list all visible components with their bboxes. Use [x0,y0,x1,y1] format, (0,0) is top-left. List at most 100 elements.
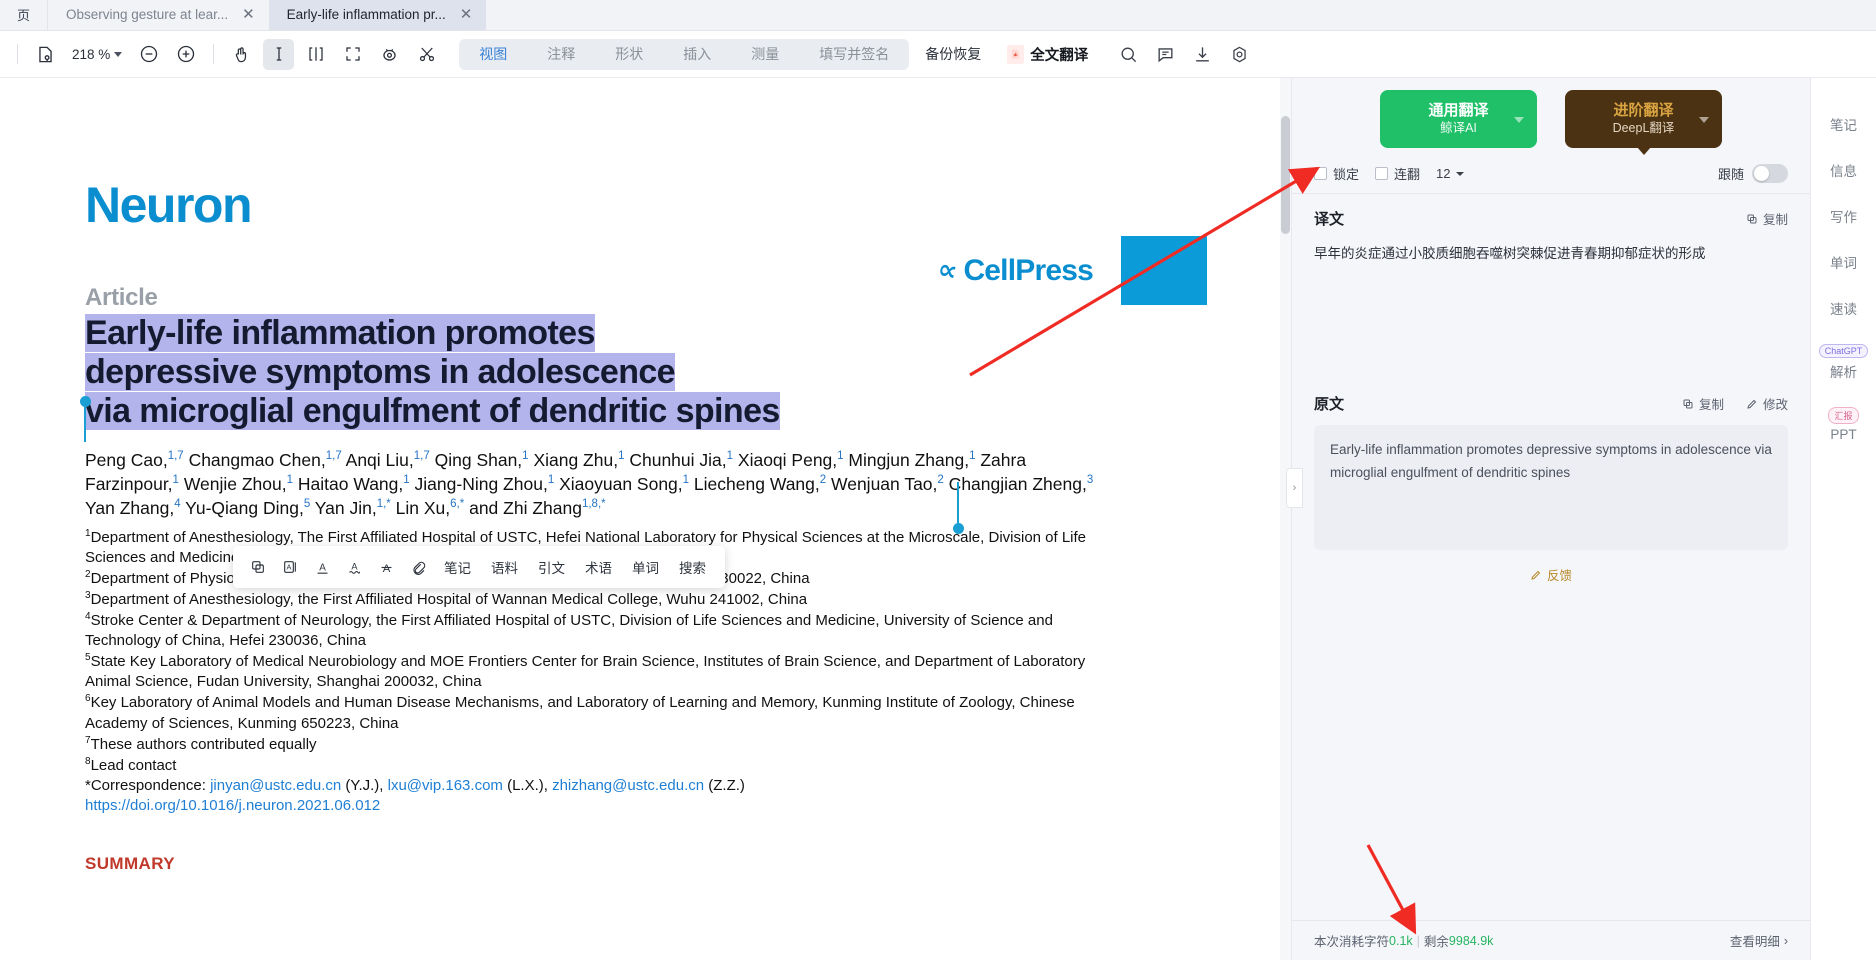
follow-toggle-wrap[interactable]: 跟随 [1718,164,1788,183]
tab-item-0[interactable]: Observing gesture at lear... ✕ [48,0,269,30]
fulltext-translate-button[interactable]: 全文翻译 [997,44,1098,65]
page-fit-icon[interactable] [30,39,61,70]
chevron-down-icon[interactable] [1699,117,1709,123]
source-text-box[interactable]: Early-life inflammation promotes depress… [1314,425,1788,550]
edit-label: 修改 [1763,394,1788,413]
usage-divider: | [1417,934,1420,948]
search-icon[interactable] [1113,39,1144,70]
svg-text:A: A [287,563,292,572]
sidebar-item-words[interactable]: 单词 [1830,252,1857,272]
cover-color-block [1121,236,1207,305]
sel-action-term[interactable]: 术语 [576,552,621,582]
svg-text:A: A [382,562,390,574]
tab-title: Observing gesture at lear... [66,7,228,22]
count-dropdown[interactable]: 12 [1436,166,1463,181]
affiliation-6: 6Key Laboratory of Animal Models and Hum… [85,692,1095,733]
text-select-icon[interactable] [263,39,294,70]
sel-action-corpus[interactable]: 语料 [482,552,527,582]
tab-item-1[interactable]: Early-life inflammation pr... ✕ [269,0,487,30]
sidebar-item-label: 笔记 [1830,114,1857,134]
application-window: 页 Observing gesture at lear... ✕ Early-l… [0,0,1876,960]
sidebar-item-speedread[interactable]: 速读 [1830,298,1857,318]
underline-icon[interactable]: A [307,552,337,582]
affiliation-5: 5State Key Laboratory of Medical Neurobi… [85,651,1095,692]
journal-logo: Neuron [85,176,1207,234]
translation-output-section: 译文 复制 早年的炎症通过小胶质细胞吞噬树突棘促进青春期抑郁症状的形成 [1292,194,1810,393]
pdf-page: Neuron ∝ CellPress Article Early-life in… [0,78,1292,960]
pdf-scrollbar-thumb[interactable] [1281,116,1290,234]
strikethrough-icon[interactable]: A [371,552,401,582]
comment-icon[interactable] [1150,39,1181,70]
sel-action-note[interactable]: 笔记 [435,552,480,582]
svg-text:A: A [351,561,358,571]
backup-restore-button[interactable]: 备份恢复 [909,44,997,64]
sidebar-item-analysis[interactable]: ChatGPT 解析 [1819,344,1869,381]
affiliation-4: 4Stroke Center & Department of Neurology… [85,610,1095,651]
correspondence[interactable]: *Correspondence: jinyan@ustc.edu.cn (Y.J… [85,776,1095,796]
chevron-down-icon[interactable] [1514,117,1524,123]
zoom-out-button[interactable] [133,39,164,70]
sel-action-word[interactable]: 单词 [623,552,668,582]
pdf-viewer[interactable]: Neuron ∝ CellPress Article Early-life in… [0,78,1292,960]
close-icon[interactable]: ✕ [242,7,255,22]
panel-collapse-handle[interactable]: › [1286,468,1303,508]
title-line-2: via microglial engulfment of dendritic s… [85,392,780,430]
copy-source-button[interactable]: 复制 [1682,394,1724,413]
feedback-button[interactable]: 反馈 [1530,565,1572,584]
menu-label: 注释 [547,44,575,64]
continuous-checkbox[interactable]: 连翻 [1375,164,1420,183]
checkbox-box [1375,167,1388,180]
mode-general-translate[interactable]: 通用翻译 鲸译AI [1380,90,1537,148]
doi-link[interactable]: https://doi.org/10.1016/j.neuron.2021.06… [85,796,1095,816]
close-icon[interactable]: ✕ [460,7,473,22]
affiliation-8: 8Lead contact [85,755,1095,776]
continuous-label: 连翻 [1394,164,1420,183]
menu-item-view[interactable]: 视图 [459,39,527,70]
edit-source-button[interactable]: 修改 [1746,394,1788,413]
selection-context-toolbar: A A A A 笔记 语料 引文 术语 单词 搜索 [233,546,725,588]
mode-subtitle: DeepL翻译 [1613,120,1675,136]
squiggly-underline-icon[interactable]: A [339,552,369,582]
zoom-level-dropdown[interactable]: 218 % [66,47,128,62]
sidebar-item-ppt[interactable]: 汇报 PPT [1828,407,1858,442]
sidebar-item-info[interactable]: 信息 [1830,160,1857,180]
sel-action-search[interactable]: 搜索 [670,552,715,582]
cellpress-mark-icon: ∝ [935,253,959,287]
gear-icon[interactable] [1224,39,1255,70]
pdf-scrollbar[interactable] [1280,78,1291,960]
title-line-0: Early-life inflammation promotes [85,314,595,352]
sidebar-item-notes[interactable]: 笔记 [1830,114,1857,134]
sidebar-item-writing[interactable]: 写作 [1830,206,1857,226]
mode-title: 进阶翻译 [1613,102,1673,121]
feedback-row: 反馈 [1314,565,1788,584]
highlight-icon[interactable]: A [275,552,305,582]
menu-item-annotate[interactable]: 注释 [527,39,595,70]
menu-item-fill-sign[interactable]: 填写并签名 [799,39,909,70]
zoom-level-value: 218 % [72,47,110,62]
link-icon[interactable] [403,552,433,582]
hand-tool-icon[interactable] [226,39,257,70]
tab-title: Early-life inflammation pr... [287,7,446,22]
sel-action-citation[interactable]: 引文 [529,552,574,582]
menu-item-insert[interactable]: 插入 [663,39,731,70]
split-view-icon[interactable] [300,39,331,70]
menu-item-shapes[interactable]: 形状 [595,39,663,70]
lock-checkbox[interactable]: 锁定 [1314,164,1359,183]
snip-icon[interactable] [411,39,442,70]
usage-remain-prefix: 剩余 [1424,931,1449,950]
mode-advanced-translate[interactable]: 进阶翻译 DeepL翻译 [1565,90,1722,148]
menu-item-measure[interactable]: 测量 [731,39,799,70]
publisher-row: ∝ CellPress [938,236,1207,305]
download-icon[interactable] [1187,39,1218,70]
eye-protect-icon[interactable] [374,39,405,70]
workspace: Neuron ∝ CellPress Article Early-life in… [0,78,1876,960]
view-detail-link[interactable]: 查看明细 › [1730,931,1788,950]
svg-text:A: A [319,562,326,573]
follow-toggle[interactable] [1752,164,1788,183]
home-tab[interactable]: 页 [0,0,48,30]
copy-translation-button[interactable]: 复制 [1746,209,1788,228]
zoom-in-button[interactable] [170,39,201,70]
fullscreen-icon[interactable] [337,39,368,70]
home-tab-label: 页 [17,5,30,24]
copy-icon[interactable] [243,552,273,582]
